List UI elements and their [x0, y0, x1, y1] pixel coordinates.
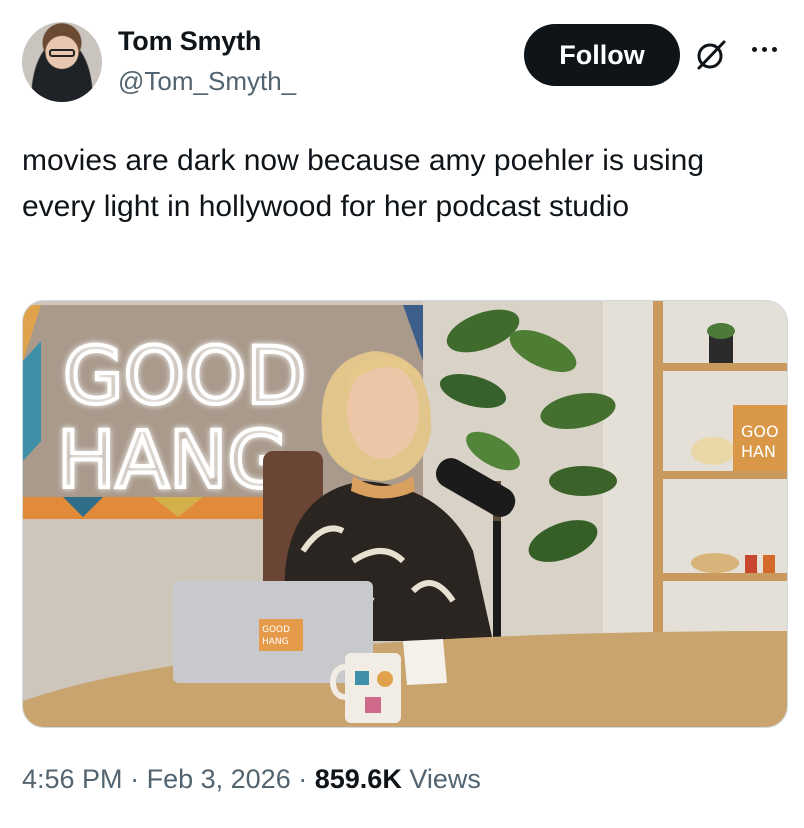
views-label: Views: [409, 764, 481, 794]
tweet-text: movies are dark now because amy poehler …: [22, 144, 705, 223]
tweet-header: Tom Smyth @Tom_Smyth_ Follow: [22, 22, 784, 106]
laptop-sticker-line1: GOOD: [262, 625, 290, 635]
meta-separator: ·: [130, 764, 140, 794]
tweet-meta: 4:56 PM · Feb 3, 2026 · 859.6K Views: [22, 764, 481, 795]
avatar[interactable]: [22, 22, 102, 102]
tweet-time[interactable]: 4:56 PM: [22, 764, 123, 794]
shelf-sign-line2: HAN: [741, 442, 776, 461]
tweet-media[interactable]: GOOD HANG GOO HAN GOOD HANG: [22, 300, 788, 728]
shelf-sign-line1: GOO: [741, 422, 779, 441]
neon-sign-line1: GOOD: [63, 332, 306, 422]
media-photo: GOOD HANG GOO HAN GOOD HANG: [23, 301, 787, 727]
neon-sign-line2: HANG: [57, 416, 288, 506]
meta-separator: ·: [298, 764, 308, 794]
author-name[interactable]: Tom Smyth: [118, 26, 261, 57]
views-count[interactable]: 859.6K: [315, 764, 402, 794]
grok-icon[interactable]: [694, 38, 728, 72]
avatar-glasses: [49, 49, 75, 57]
more-icon[interactable]: [744, 32, 784, 66]
tweet-date[interactable]: Feb 3, 2026: [147, 764, 291, 794]
follow-button[interactable]: Follow: [524, 24, 680, 86]
author-handle[interactable]: @Tom_Smyth_: [118, 66, 296, 97]
laptop-sticker-line2: HANG: [262, 637, 289, 647]
